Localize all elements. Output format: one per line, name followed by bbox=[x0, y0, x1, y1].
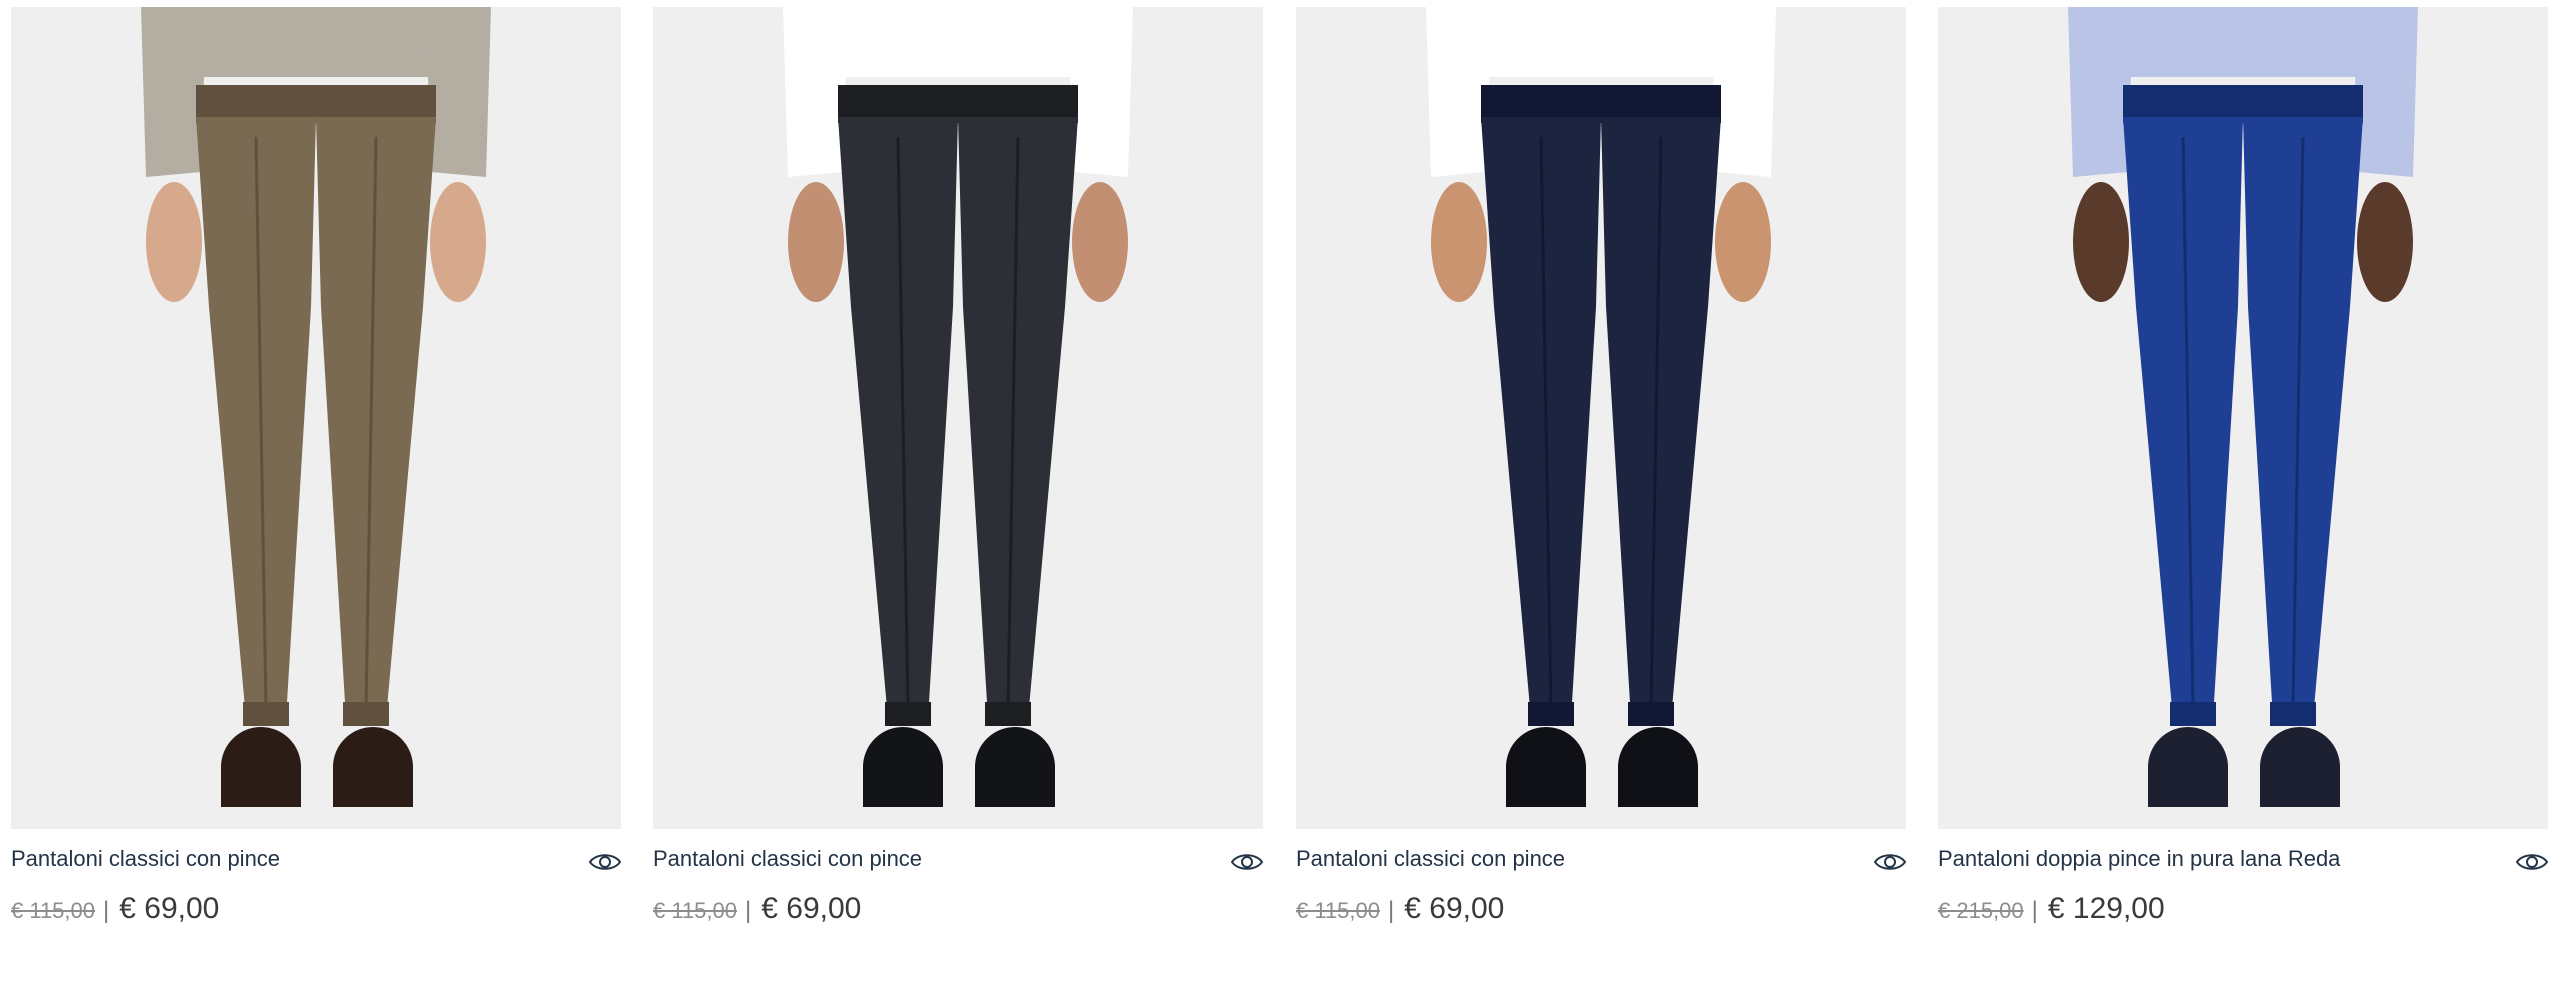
product-image[interactable] bbox=[11, 7, 621, 829]
product-image[interactable] bbox=[1938, 7, 2548, 829]
original-price: € 215,00 bbox=[1938, 898, 2024, 923]
sale-price: € 129,00 bbox=[2047, 892, 2165, 925]
product-card[interactable]: Pantaloni doppia pince in pura lana Reda… bbox=[1938, 0, 2549, 990]
product-name[interactable]: Pantaloni doppia pince in pura lana Reda bbox=[1938, 846, 2478, 872]
product-name[interactable]: Pantaloni classici con pince bbox=[1296, 846, 1836, 872]
price-block: € 215,00 | € 129,00 bbox=[1938, 892, 2165, 928]
price-block: € 115,00 | € 69,00 bbox=[653, 892, 861, 928]
product-name[interactable]: Pantaloni classici con pince bbox=[11, 846, 551, 872]
price-separator: | bbox=[745, 897, 752, 924]
price-block: € 115,00 | € 69,00 bbox=[11, 892, 219, 928]
product-card[interactable]: Pantaloni classici con pince € 115,00 | … bbox=[653, 0, 1264, 990]
original-price: € 115,00 bbox=[653, 898, 738, 923]
sale-price: € 69,00 bbox=[119, 892, 220, 925]
product-card[interactable]: Pantaloni classici con pince € 115,00 | … bbox=[1296, 0, 1907, 990]
product-image[interactable] bbox=[653, 7, 1263, 829]
price-separator: | bbox=[103, 897, 110, 924]
price-separator: | bbox=[2031, 897, 2038, 924]
trousers-illustration bbox=[11, 7, 621, 829]
eye-icon[interactable] bbox=[588, 848, 622, 876]
trousers-illustration bbox=[653, 7, 1263, 829]
product-grid: Pantaloni classici con pince € 115,00 | … bbox=[0, 0, 2560, 990]
eye-icon[interactable] bbox=[1873, 848, 1907, 876]
trousers-illustration bbox=[1938, 7, 2548, 829]
product-image[interactable] bbox=[1296, 7, 1906, 829]
sale-price: € 69,00 bbox=[1404, 892, 1505, 925]
sale-price: € 69,00 bbox=[761, 892, 862, 925]
original-price: € 115,00 bbox=[11, 898, 96, 923]
eye-icon[interactable] bbox=[2515, 848, 2549, 876]
trousers-illustration bbox=[1296, 7, 1906, 829]
price-block: € 115,00 | € 69,00 bbox=[1296, 892, 1504, 928]
product-card[interactable]: Pantaloni classici con pince € 115,00 | … bbox=[11, 0, 622, 990]
eye-icon[interactable] bbox=[1230, 848, 1264, 876]
original-price: € 115,00 bbox=[1296, 898, 1381, 923]
product-name[interactable]: Pantaloni classici con pince bbox=[653, 846, 1193, 872]
price-separator: | bbox=[1388, 897, 1395, 924]
